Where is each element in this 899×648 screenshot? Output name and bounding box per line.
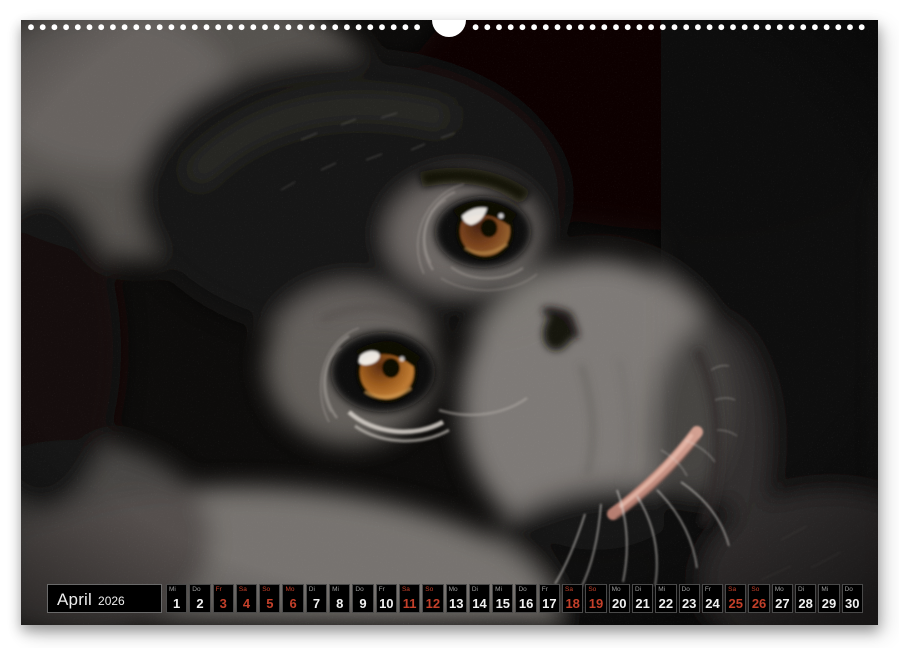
day-number: 22 bbox=[656, 596, 675, 611]
day-cell: Di 14 bbox=[469, 584, 490, 613]
weekday-label: Fr bbox=[216, 586, 222, 593]
day-number: 11 bbox=[400, 596, 419, 611]
day-number: 16 bbox=[516, 596, 535, 611]
day-cell: So 12 bbox=[422, 584, 443, 613]
day-number: 29 bbox=[819, 596, 838, 611]
weekday-label: Mi bbox=[169, 586, 176, 593]
day-cell: Mi 8 bbox=[329, 584, 350, 613]
year-label: 2026 bbox=[98, 595, 125, 608]
weekday-label: Sa bbox=[402, 586, 410, 593]
day-number: 18 bbox=[563, 596, 582, 611]
weekday-label: Mo bbox=[612, 586, 621, 593]
weekday-label: So bbox=[751, 586, 759, 593]
day-cell: Fr 3 bbox=[213, 584, 234, 613]
day-cell: Di 7 bbox=[306, 584, 327, 613]
weekday-label: Do bbox=[845, 586, 853, 593]
weekday-label: Mi bbox=[332, 586, 339, 593]
weekday-label: Do bbox=[192, 586, 200, 593]
weekday-label: Do bbox=[355, 586, 363, 593]
day-number: 4 bbox=[237, 596, 256, 611]
weekday-label: Mi bbox=[821, 586, 828, 593]
weekday-label: So bbox=[588, 586, 596, 593]
day-cell: Do 9 bbox=[352, 584, 373, 613]
weekday-label: Mi bbox=[495, 586, 502, 593]
day-number: 27 bbox=[773, 596, 792, 611]
day-number: 12 bbox=[423, 596, 442, 611]
day-number: 1 bbox=[167, 596, 186, 611]
day-cell: Mi 29 bbox=[818, 584, 839, 613]
day-number: 30 bbox=[843, 596, 862, 611]
weekday-label: Mi bbox=[658, 586, 665, 593]
weekday-label: Fr bbox=[379, 586, 385, 593]
day-number: 21 bbox=[633, 596, 652, 611]
day-cell: Mi 22 bbox=[655, 584, 676, 613]
weekday-label: Mo bbox=[775, 586, 784, 593]
weekday-label: Sa bbox=[239, 586, 247, 593]
day-number: 3 bbox=[214, 596, 233, 611]
day-number: 23 bbox=[680, 596, 699, 611]
day-number: 15 bbox=[493, 596, 512, 611]
calendar-page: April 2026 Mi1Do2Fr3Sa4So5Mo6Di7Mi8Do9Fr… bbox=[21, 20, 878, 625]
weekday-label: Di bbox=[798, 586, 804, 593]
day-cell: Mo 13 bbox=[446, 584, 467, 613]
month-box: April 2026 bbox=[47, 584, 162, 613]
day-cell: Fr 10 bbox=[376, 584, 397, 613]
weekday-label: Fr bbox=[705, 586, 711, 593]
day-number: 7 bbox=[307, 596, 326, 611]
day-cell: Mi 1 bbox=[166, 584, 187, 613]
day-number: 17 bbox=[540, 596, 559, 611]
day-cell: Do 2 bbox=[189, 584, 210, 613]
day-cells: Mi 1 Do 2 Fr 3 Sa 4 So 5 Mo 6 Di 7 Mi 8 Do 9 Fr 10 Sa 11 So 12 M… bbox=[166, 584, 863, 613]
day-cell: So 19 bbox=[585, 584, 606, 613]
gorilla-photo bbox=[21, 20, 878, 625]
day-cell: Di 21 bbox=[632, 584, 653, 613]
day-number: 28 bbox=[796, 596, 815, 611]
day-number: 19 bbox=[586, 596, 605, 611]
weekday-label: Mo bbox=[285, 586, 294, 593]
day-cell: Fr 17 bbox=[539, 584, 560, 613]
weekday-label: Mo bbox=[449, 586, 458, 593]
weekday-label: Do bbox=[682, 586, 690, 593]
weekday-label: Sa bbox=[565, 586, 573, 593]
day-cell: Mo 6 bbox=[282, 584, 303, 613]
day-cell: Sa 18 bbox=[562, 584, 583, 613]
weekday-label: Fr bbox=[542, 586, 548, 593]
weekday-label: So bbox=[425, 586, 433, 593]
day-cell: So 26 bbox=[748, 584, 769, 613]
day-number: 9 bbox=[353, 596, 372, 611]
weekday-label: Di bbox=[472, 586, 478, 593]
day-cell: Mo 27 bbox=[772, 584, 793, 613]
day-cell: Fr 24 bbox=[702, 584, 723, 613]
day-number: 6 bbox=[283, 596, 302, 611]
day-cell: Do 16 bbox=[515, 584, 536, 613]
weekday-label: Di bbox=[635, 586, 641, 593]
day-cell: Mi 15 bbox=[492, 584, 513, 613]
day-cell: Sa 11 bbox=[399, 584, 420, 613]
calendar-product-shot: April 2026 Mi1Do2Fr3Sa4So5Mo6Di7Mi8Do9Fr… bbox=[0, 0, 899, 648]
day-cell: Do 23 bbox=[679, 584, 700, 613]
weekday-label: Di bbox=[309, 586, 315, 593]
day-number: 13 bbox=[447, 596, 466, 611]
day-number: 26 bbox=[749, 596, 768, 611]
day-number: 2 bbox=[190, 596, 209, 611]
day-number: 8 bbox=[330, 596, 349, 611]
day-cell: Di 28 bbox=[795, 584, 816, 613]
day-number: 10 bbox=[377, 596, 396, 611]
calendar-strip: April 2026 Mi1Do2Fr3Sa4So5Mo6Di7Mi8Do9Fr… bbox=[47, 584, 863, 613]
weekday-label: So bbox=[262, 586, 270, 593]
vignette bbox=[21, 20, 878, 625]
day-number: 24 bbox=[703, 596, 722, 611]
day-cell: Mo 20 bbox=[609, 584, 630, 613]
day-cell: Do 30 bbox=[842, 584, 863, 613]
day-number: 14 bbox=[470, 596, 489, 611]
day-cell: Sa 25 bbox=[725, 584, 746, 613]
day-number: 20 bbox=[610, 596, 629, 611]
day-cell: Sa 4 bbox=[236, 584, 257, 613]
day-cell: So 5 bbox=[259, 584, 280, 613]
month-label: April bbox=[57, 591, 92, 608]
day-number: 5 bbox=[260, 596, 279, 611]
weekday-label: Do bbox=[518, 586, 526, 593]
weekday-label: Sa bbox=[728, 586, 736, 593]
day-number: 25 bbox=[726, 596, 745, 611]
